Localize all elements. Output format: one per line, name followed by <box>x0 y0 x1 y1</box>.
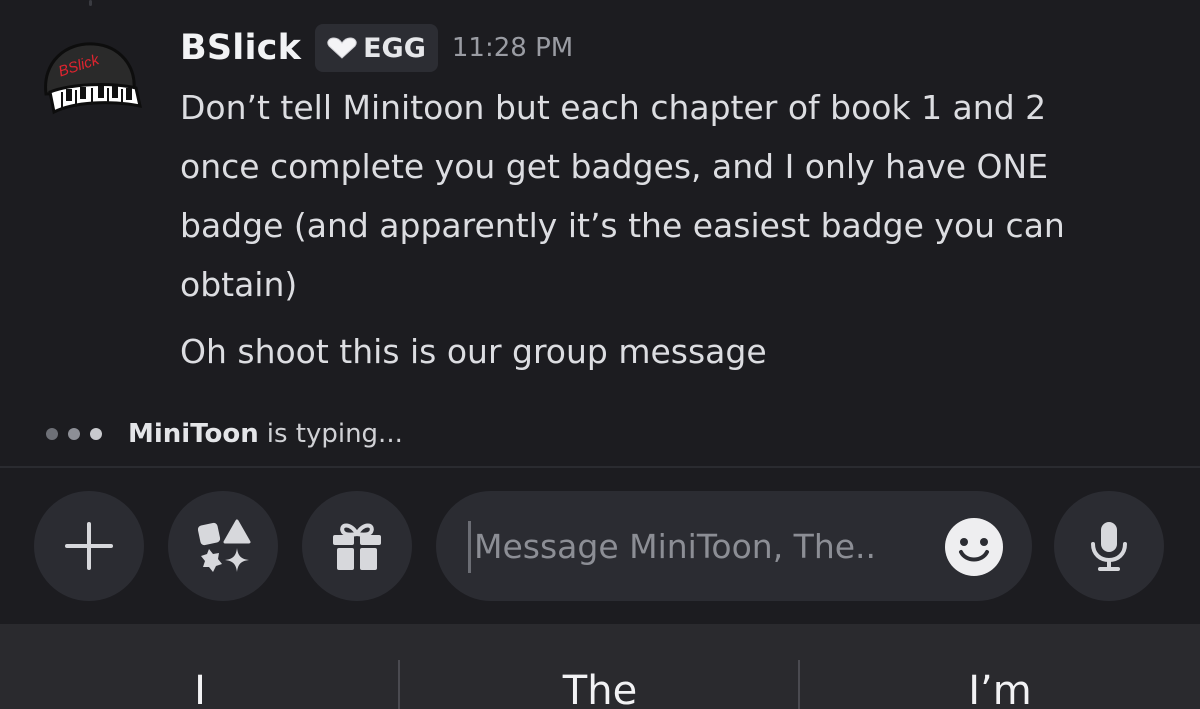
message-line: obtain) <box>180 265 298 304</box>
typing-user: MiniToon <box>128 419 259 449</box>
heart-icon <box>327 37 357 59</box>
message-input-placeholder: Message MiniToon, The.. <box>474 527 877 566</box>
typing-indicator: MiniToon is typing... <box>46 416 403 452</box>
message-composer: Message MiniToon, The.. <box>0 468 1200 624</box>
typing-dot <box>46 428 58 440</box>
gift-button[interactable] <box>302 491 412 601</box>
author-name[interactable]: BSlick <box>180 28 301 68</box>
keyboard-suggestion-bar: I The I’m <box>0 624 1200 709</box>
chat-screen: BSlick BSlick EGG 11:28 PM Don’t tell Mi… <box>0 0 1200 709</box>
emoji-icon[interactable] <box>944 517 1004 577</box>
suggestion-item[interactable]: The <box>400 668 800 709</box>
tag-label: EGG <box>363 32 426 64</box>
message-header: BSlick EGG 11:28 PM <box>180 24 573 72</box>
plus-icon <box>65 522 113 570</box>
gift-icon <box>333 523 381 570</box>
message-line: badge (and apparently it’s the easiest b… <box>180 206 1065 245</box>
voice-message-button[interactable] <box>1054 491 1164 601</box>
avatar[interactable]: BSlick <box>40 36 142 126</box>
typing-dots-icon <box>46 428 112 440</box>
typing-dot <box>90 428 102 440</box>
message-line: once complete you get badges, and I only… <box>180 147 1049 186</box>
text-caret <box>468 521 471 573</box>
typing-dot <box>68 428 80 440</box>
apps-icon <box>197 519 251 572</box>
second-message[interactable]: Oh shoot this is our group message <box>180 322 767 381</box>
typing-text: is typing... <box>266 419 403 449</box>
add-button[interactable] <box>34 491 144 601</box>
suggestion-item[interactable]: I <box>0 668 400 709</box>
message-input[interactable]: Message MiniToon, The.. <box>436 491 1032 601</box>
apps-button[interactable] <box>168 491 278 601</box>
guild-tag[interactable]: EGG <box>315 24 438 72</box>
message-line: Don’t tell Minitoon but each chapter of … <box>180 88 1047 127</box>
microphone-icon <box>1091 522 1127 571</box>
thread-line <box>89 0 92 6</box>
avatar-cap-icon: BSlick <box>44 42 142 115</box>
timestamp: 11:28 PM <box>451 33 574 63</box>
message-content[interactable]: Don’t tell Minitoon but each chapter of … <box>180 78 1180 314</box>
suggestion-item[interactable]: I’m <box>800 668 1200 709</box>
message-list[interactable]: BSlick BSlick EGG 11:28 PM Don’t tell Mi… <box>0 0 1200 466</box>
